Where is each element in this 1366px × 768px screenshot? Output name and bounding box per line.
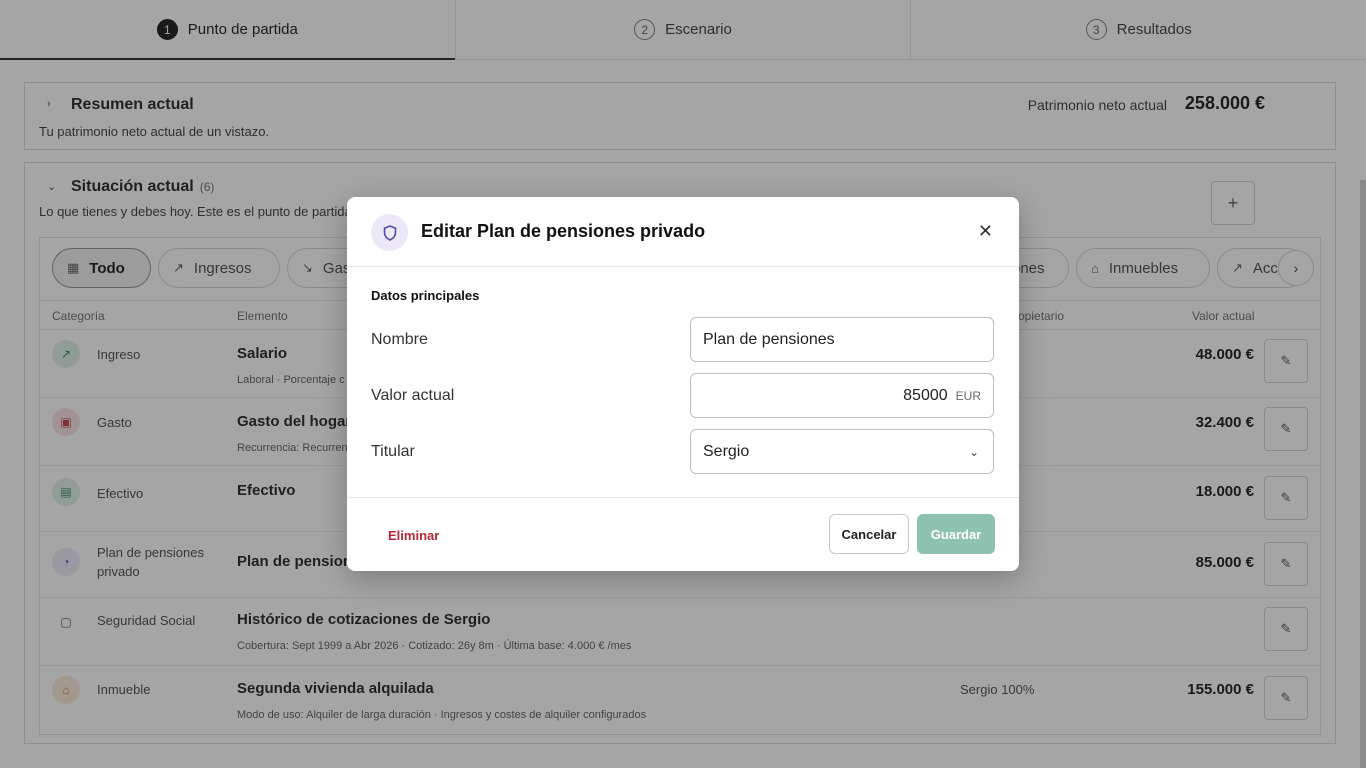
modal-footer: Eliminar Cancelar Guardar — [347, 497, 1019, 571]
modal-header: Editar Plan de pensiones privado ✕ — [347, 197, 1019, 267]
edit-modal: Editar Plan de pensiones privado ✕ Datos… — [347, 197, 1019, 571]
nombre-input[interactable]: Plan de pensiones — [690, 317, 994, 362]
nombre-label: Nombre — [371, 331, 428, 348]
section-title: Datos principales — [371, 288, 480, 303]
delete-button[interactable]: Eliminar — [388, 528, 439, 543]
titular-select[interactable]: Sergio ⌄ — [690, 429, 994, 474]
valor-value: 85000 — [903, 386, 948, 404]
modal-title: Editar Plan de pensiones privado — [421, 221, 706, 241]
chevron-down-icon: ⌄ — [968, 444, 979, 459]
save-button[interactable]: Guardar — [917, 514, 995, 554]
titular-value: Sergio — [703, 442, 750, 460]
nombre-value: Plan de pensiones — [703, 330, 835, 348]
shield-icon — [371, 214, 408, 251]
close-icon[interactable]: ✕ — [978, 221, 993, 242]
titular-label: Titular — [371, 443, 415, 460]
cancel-button[interactable]: Cancelar — [829, 514, 909, 554]
valor-label: Valor actual — [371, 387, 455, 404]
valor-input[interactable]: 85000 EUR — [690, 373, 994, 418]
valor-unit: EUR — [955, 388, 981, 403]
